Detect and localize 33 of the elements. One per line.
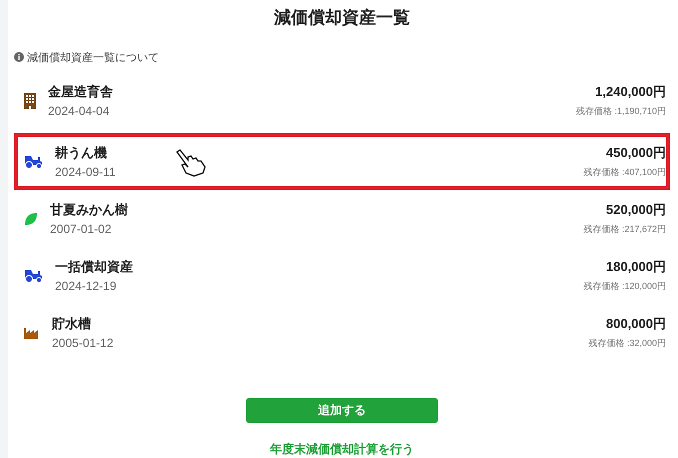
asset-amount: 800,000円 xyxy=(606,315,666,333)
asset-date: 2024-04-04 xyxy=(48,104,110,118)
asset-date: 2007-01-02 xyxy=(50,222,112,236)
asset-date: 2024-12-19 xyxy=(55,279,118,293)
tractor-icon xyxy=(24,154,43,169)
asset-row[interactable]: 金屋造育舎 2024-04-04 1,240,000円 残存価格 :1,190,710円 xyxy=(14,72,670,129)
page-title: 減価償却資産一覧 xyxy=(273,7,411,29)
factory-icon xyxy=(24,326,40,338)
residual-value: 残存価格 :217,672円 xyxy=(583,223,666,236)
info-icon xyxy=(14,52,24,62)
residual-value: 残存価格 :32,000円 xyxy=(588,337,666,350)
building-icon xyxy=(24,92,36,108)
asset-amount: 450,000円 xyxy=(606,144,666,162)
asset-name: 耕うん機 xyxy=(55,144,108,162)
asset-row[interactable]: 貯水槽 2005-01-12 800,000円 残存価格 :32,000円 xyxy=(14,304,670,361)
asset-name: 一括償却資産 xyxy=(55,258,134,276)
asset-row[interactable]: 耕うん機 2024-09-11 450,000円 残存価格 :407,100円 xyxy=(14,133,670,190)
asset-row[interactable]: 甘夏みかん樹 2007-01-02 520,000円 残存価格 :217,672円 xyxy=(14,190,670,247)
asset-date: 2005-01-12 xyxy=(52,336,114,350)
asset-amount: 180,000円 xyxy=(606,258,666,276)
asset-name: 甘夏みかん樹 xyxy=(50,201,129,219)
asset-row[interactable]: 一括償却資産 2024-12-19 180,000円 残存価格 :120,000円 xyxy=(14,247,670,304)
residual-value: 残存価格 :120,000円 xyxy=(583,280,666,293)
residual-value: 残存価格 :407,100円 xyxy=(583,166,666,179)
info-link[interactable]: 減価償却資産一覧について xyxy=(27,50,159,64)
asset-amount: 1,240,000円 xyxy=(595,83,666,101)
residual-value: 残存価格 :1,190,710円 xyxy=(576,105,666,118)
asset-name: 貯水槽 xyxy=(52,315,92,333)
asset-amount: 520,000円 xyxy=(606,201,666,219)
leaf-icon xyxy=(24,212,38,226)
tractor-icon xyxy=(24,268,43,283)
asset-name: 金屋造育舎 xyxy=(48,83,114,101)
asset-date: 2024-09-11 xyxy=(55,165,116,179)
